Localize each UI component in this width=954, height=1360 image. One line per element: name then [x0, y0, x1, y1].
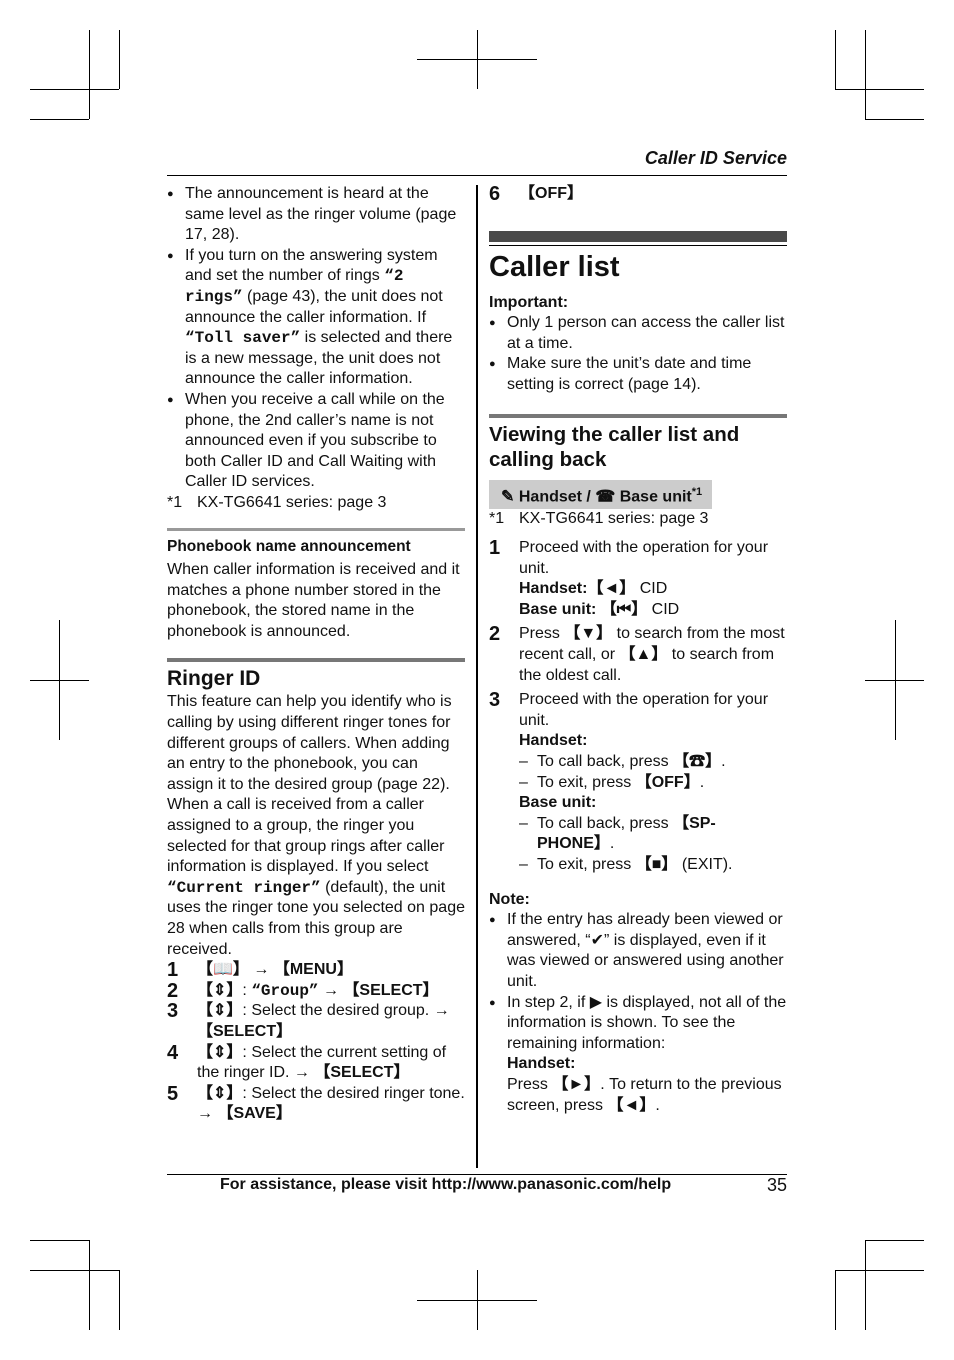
bullet-item: If the entry has already been viewed or …: [489, 910, 787, 992]
arrow-right-icon: ▶: [589, 993, 603, 1011]
section-divider: [167, 527, 465, 531]
phonebook-body: When caller information is received and …: [167, 561, 460, 640]
section-divider: [167, 658, 465, 663]
title-bar: [489, 230, 787, 242]
bullet-item: In step 2, if ▶ is displayed, not all of…: [489, 993, 787, 1117]
ringer-id-body: This feature can help you identify who i…: [167, 693, 465, 958]
bullet-item: When you receive a call while on the pho…: [167, 390, 465, 493]
ringer-id-heading: Ringer ID: [167, 667, 261, 691]
viewing-heading: Viewing the caller list and calling back: [489, 422, 740, 471]
step-item: 4 【⇕】: Select the current setting of the …: [167, 1041, 447, 1082]
footnote: *1 KX-TG6641 series: page 3: [167, 493, 387, 511]
right-column: 6【OFF】 Caller list Important: Only 1 per…: [489, 184, 787, 1116]
title-rule: [489, 244, 787, 246]
handset-icon: ✎: [501, 487, 515, 505]
bullet-item: Only 1 person can access the caller list…: [489, 313, 787, 354]
caller-list-steps: 1 Proceed with the operation for your un…: [489, 538, 787, 876]
bullet-item: If you turn on the answering system and …: [167, 246, 465, 390]
important-label: Important:: [489, 293, 569, 311]
check-icon: ✔: [590, 931, 604, 949]
footer-help-link[interactable]: For assistance, please visit http://www.…: [220, 1176, 671, 1194]
phonebook-heading: Phonebook name announcement: [167, 537, 411, 555]
page-number: 35: [766, 1175, 787, 1195]
step-item: 3 【⇕】: Select the desired group. → 【SELEC…: [167, 1000, 450, 1040]
section-divider: [489, 413, 787, 418]
ringer-id-steps: 1 【📖】 → 【MENU】 2 【⇕】: “Group” → 【SELECT】 3…: [167, 960, 465, 1125]
footer-rule: [167, 1174, 787, 1175]
header-rule: [167, 175, 787, 176]
footnote: *1 KX-TG6641 series: page 3: [489, 510, 709, 528]
base-unit-icon: ☎: [595, 487, 616, 505]
step-item: 1 Proceed with the operation for your un…: [489, 537, 769, 618]
bullet-item: Make sure the unit’s date and time setti…: [489, 354, 787, 395]
bullet-item: The announcement is heard at the same le…: [167, 184, 465, 246]
step-item: 2 Press 【▼】 to search from the most rece…: [489, 623, 785, 684]
left-column: The announcement is heard at the same le…: [167, 184, 465, 1125]
step-item: 1 【📖】 → 【MENU】: [167, 959, 353, 982]
step-item: 3 Proceed with the operation for your un…: [489, 690, 787, 875]
page-title: Caller list: [489, 250, 620, 283]
column-divider: [476, 185, 478, 1168]
section-title: Caller ID Service: [644, 148, 787, 168]
step-item: 2 【⇕】: “Group” → 【SELECT】: [167, 979, 439, 1002]
note-label: Note:: [489, 890, 530, 908]
unit-badge: ✎ Handset / ☎ Base unit*1: [489, 479, 713, 510]
step-item: 6 【OFF】: [489, 183, 583, 205]
step-item: 5 【⇕】: Select the desired ringer tone. → …: [167, 1082, 465, 1123]
